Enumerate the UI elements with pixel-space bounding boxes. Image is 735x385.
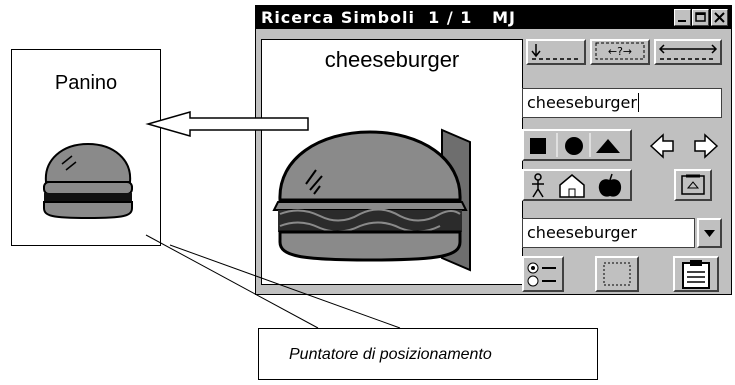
callout-box: Puntatore di posizionamento [258,328,598,380]
drag-arrow [145,111,309,137]
callout-text: Puntatore di posizionamento [289,346,492,363]
callout-pointer [145,234,401,329]
